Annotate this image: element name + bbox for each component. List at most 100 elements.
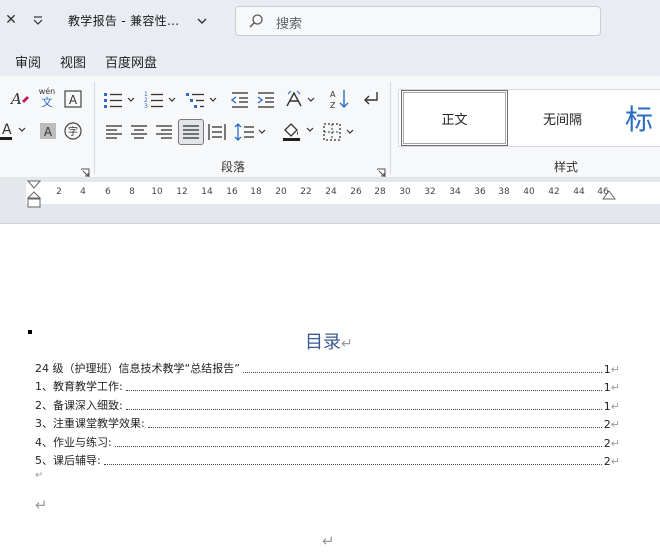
svg-text:字: 字 [68,125,78,138]
text-direction-icon[interactable] [285,89,317,111]
font-color-icon[interactable]: A [0,120,28,142]
toc-entry-text: 2、备课深入细致: [35,399,123,412]
increase-indent-icon[interactable] [255,89,277,111]
line-spacing-icon[interactable] [234,121,268,143]
tab-baidu-netdisk[interactable]: 百度网盘 [105,52,157,71]
toc-entry[interactable]: 3、注重课堂教学效果: 2 ↵ [35,415,620,431]
ruler-number: 32 [424,187,436,197]
chevron-down-icon[interactable] [195,13,209,27]
close-icon[interactable]: ✕ [3,11,19,29]
svg-text:A: A [69,93,78,107]
toc-leader-dots [103,464,602,465]
toc-heading[interactable]: 目录↵ [305,328,353,354]
toc-entry[interactable]: 24 级（护理班）信息技术教学“总结报告” 1 ↵ [35,360,620,376]
tab-review[interactable]: 审阅 [15,52,41,71]
shading-icon[interactable] [282,120,316,142]
clear-formatting-icon[interactable]: A [9,88,31,110]
align-right-icon[interactable] [153,121,175,143]
ruler-number: 34 [449,187,461,197]
toc-entry-text: 5、课后辅导: [35,454,101,467]
toc-entry[interactable]: 1、教育教学工作: 1 ↵ [35,378,620,394]
style-no-spacing[interactable]: 无间隔 [509,90,616,146]
paragraph-mark-icon: ↵ [610,381,620,394]
svg-text:文: 文 [42,95,53,109]
menu-bar: 审阅 视图 百度网盘 [0,42,660,76]
toc-entry-text: 4、作业与练习: [35,436,112,449]
search-icon [248,13,264,29]
paragraph-mark-icon: ↵ [35,496,48,514]
style-no-spacing-label: 无间隔 [542,112,582,128]
ruler-number: 12 [176,187,188,197]
phonetic-guide-icon[interactable]: wén 文 [36,86,58,109]
style-heading-1[interactable]: 标 [617,90,660,146]
search-input[interactable]: 搜索 [235,6,601,36]
ruler-number: 22 [300,187,312,197]
toc-entry-page: 2 [603,437,611,450]
ruler-number: 38 [498,187,510,197]
ruler-number: 28 [374,187,386,197]
character-border-icon[interactable]: A [62,88,84,110]
show-paragraph-marks-icon[interactable] [359,88,381,110]
svg-text:A: A [10,90,22,108]
sort-icon[interactable]: AZ [329,88,351,110]
paragraph-mark-icon: ↵ [35,470,44,481]
distributed-align-icon[interactable] [206,121,228,143]
ruler-number: 8 [129,187,135,197]
toc-entry[interactable]: 5、课后辅导: 2 ↵ [35,452,620,468]
paragraph-group-label: 段落 [221,160,246,174]
align-center-icon[interactable] [128,121,150,143]
right-indent-marker-icon[interactable] [601,188,617,202]
tab-view[interactable]: 视图 [60,52,86,71]
toc-entry-page: 1 [603,363,611,376]
bullets-icon[interactable] [103,89,137,111]
svg-text:A: A [2,122,12,138]
paragraph-mark-icon: ↵ [610,455,620,468]
ruler-number: 10 [151,187,163,197]
numbering-icon[interactable]: 123 [144,89,178,111]
toc-entry-text: 3、注重课堂教学效果: [35,417,145,430]
paragraph-mark-icon: ↵ [341,336,353,352]
document-page[interactable]: 目录↵ 24 级（护理班）信息技术教学“总结报告” 1 ↵ 1、教育教学工作: 1 ↵ … [0,224,660,557]
ruler-number: 26 [350,187,362,197]
ruler-number: 14 [201,187,213,197]
quick-access-dropdown-icon[interactable] [31,12,45,28]
character-shading-icon[interactable]: A [37,120,59,142]
styles-gallery: 正文 无间隔 标 [398,89,660,147]
multilevel-list-icon[interactable] [185,89,219,111]
style-normal-label: 正文 [441,112,468,128]
svg-text:3: 3 [144,103,148,110]
decrease-indent-icon[interactable] [229,89,251,111]
ruler-number: 36 [474,187,486,197]
paragraph-mark-icon: ↵ [610,437,620,450]
enclose-characters-icon[interactable]: 字 [62,120,84,142]
document-title[interactable]: 教学报告 - 兼容性... [68,12,179,29]
borders-icon[interactable] [322,121,356,143]
paragraph-mark-icon: ↵ [610,363,620,376]
toc-entry[interactable]: 4、作业与练习: 2 ↵ [35,434,620,450]
svg-text:A: A [44,125,53,139]
toc-leader-dots [147,427,602,428]
ribbon-separator [390,82,391,174]
svg-text:wén: wén [39,86,56,96]
paragraph-mark-icon: ↵ [322,532,335,550]
ruler-number: 18 [250,187,262,197]
toc-entry-page: 2 [603,455,611,468]
justify-button[interactable] [178,119,204,145]
toc-entry-page: 1 [603,400,611,413]
align-left-icon[interactable] [103,121,125,143]
toc-entry[interactable]: 2、备课深入细致: 1 ↵ [35,397,620,413]
toc-entry-page: 1 [603,381,611,394]
left-indent-marker-icon[interactable] [26,180,42,208]
justify-icon [183,125,199,139]
ruler-number: 44 [573,187,585,197]
ruler-number: 40 [523,187,535,197]
style-normal[interactable]: 正文 [401,90,508,146]
toc-heading-text: 目录 [305,332,341,353]
ribbon-separator [94,82,95,174]
font-dialog-launcher-icon[interactable] [80,163,90,177]
paragraph-mark-icon: ↵ [610,418,620,431]
paragraph-dialog-launcher-icon[interactable] [376,163,386,177]
ruler-track[interactable]: 2 4 6 8 10 12 14 16 18 20 22 24 26 28 30… [26,182,660,204]
ruler-number: 4 [80,187,86,197]
ruler-number: 2 [56,187,62,197]
